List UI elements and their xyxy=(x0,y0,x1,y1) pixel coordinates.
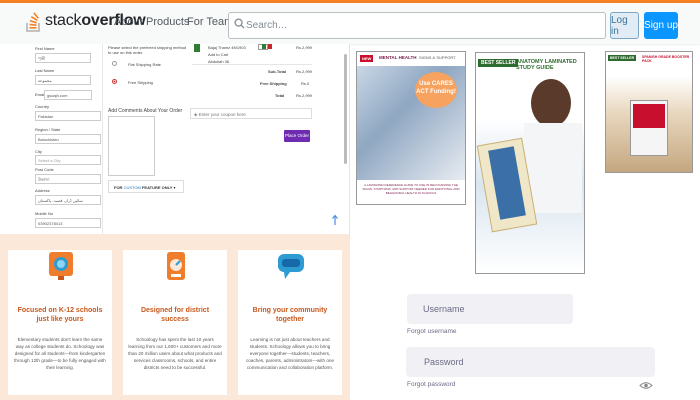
free-shipping-label: Free Shipping xyxy=(260,81,287,86)
product-badge: BEST SELLER xyxy=(478,59,519,67)
show-password-icon[interactable] xyxy=(639,381,653,390)
product-subtitle: SIGNS & SUPPORT xyxy=(419,55,456,60)
order-suffix: FEATURE ONLY xyxy=(141,185,173,190)
custom-feature-link[interactable]: FOR CUSTOM FEATURE ONLY ▾ xyxy=(108,180,184,193)
password-input[interactable]: Password xyxy=(406,347,655,377)
subtotal-label: Sub-Total xyxy=(268,69,287,74)
remove-item-icon[interactable] xyxy=(268,44,272,49)
region-label: Region / State xyxy=(35,127,61,132)
subtotal-value: Rs.2,999 xyxy=(296,69,313,74)
product-footer: A LAMINATED REFERENCE GUIDE TO USE IN RE… xyxy=(362,183,460,195)
card-body: Elementary students don't learn the same… xyxy=(14,337,106,370)
product-thumbnail xyxy=(194,44,200,52)
card-body: Schoology has spent the last 10 years le… xyxy=(128,337,222,370)
nav-products[interactable]: Products xyxy=(146,16,189,28)
shipping-option-free: Free Shipping xyxy=(128,80,153,85)
order-prefix: FOR xyxy=(114,185,123,190)
shipping-radio-flat[interactable] xyxy=(112,61,117,66)
search-placeholder: Search… xyxy=(246,20,288,31)
coupon-icon: ◈ xyxy=(194,112,198,117)
product-badge: BEST SELLER xyxy=(608,55,637,61)
student-photo xyxy=(531,79,571,127)
username-placeholder: Username xyxy=(423,304,465,314)
username-input[interactable]: Username xyxy=(407,294,573,324)
password-placeholder: Password xyxy=(424,357,464,367)
coupon-input[interactable]: ◈ Enter your coupon here xyxy=(190,108,312,119)
feature-card: Focused on K-12 schools just like yours … xyxy=(8,250,112,395)
search-icon xyxy=(234,18,245,29)
card-body: Learning is not just about teachers and … xyxy=(245,337,335,370)
product-card-mental-health[interactable]: NEW MENTAL HEALTH SIGNS & SUPPORT Use CA… xyxy=(356,51,466,205)
email-field[interactable]: gsdajh.com xyxy=(44,90,92,100)
logo-text-light: stack xyxy=(45,12,82,29)
product-title: ANATOMY LAMINATED STUDY GUIDE xyxy=(516,59,577,71)
scroll-top-icon[interactable] xyxy=(331,214,339,226)
product-sub: Add to Cart xyxy=(208,52,229,57)
first-name-label: First Name xyxy=(35,46,55,51)
search-input[interactable]: Search… xyxy=(228,12,606,39)
order-link: CUSTOM xyxy=(123,185,141,190)
product-badge: NEW xyxy=(360,55,374,62)
address-label: Address xyxy=(35,188,50,193)
last-name-label: Last Name xyxy=(35,68,55,73)
card-title: Designed for district success xyxy=(140,307,210,323)
place-order-button[interactable]: Place Order xyxy=(284,130,310,142)
forgot-username-link[interactable]: Forgot username xyxy=(407,328,457,335)
scrollbar[interactable] xyxy=(344,54,347,164)
shipping-radio-free[interactable] xyxy=(112,79,117,84)
gauge-icon xyxy=(167,252,185,280)
product-title: SPANISH GRADE BOOSTER PACK xyxy=(642,55,690,63)
last-name-field[interactable]: مجموعه xyxy=(35,75,91,85)
region-select[interactable]: Baluchistan xyxy=(35,134,101,144)
product-title: MENTAL HEALTH xyxy=(379,55,417,60)
city-label: City xyxy=(35,149,42,154)
feature-card: Designed for district success Schoology … xyxy=(123,250,227,395)
free-shipping-value: Rs.0 xyxy=(301,81,310,86)
mobile-field[interactable]: 03902378413 xyxy=(35,218,101,228)
booster-pack-cover xyxy=(633,104,665,128)
first-name-field[interactable]: পৃঞ্জী xyxy=(35,53,91,63)
country-label: Country xyxy=(35,104,50,109)
login-button[interactable]: Log in xyxy=(610,12,639,39)
comments-label: Add Comments About Your Order xyxy=(108,108,183,114)
city-select[interactable]: Select a City xyxy=(35,155,101,165)
product-name: Bajaj Thamz 4M1903 xyxy=(208,45,246,50)
magnifier-icon xyxy=(49,252,73,280)
column-divider xyxy=(102,44,103,234)
coupon-placeholder: Enter your coupon here xyxy=(198,112,246,117)
country-select[interactable]: Pakistan xyxy=(35,111,101,121)
total-value: Rs.2,999 xyxy=(296,93,313,98)
feature-cards-section: Focused on K-12 schools just like yours … xyxy=(0,234,350,400)
postcode-field[interactable]: উকাদ্যা xyxy=(35,174,101,184)
signup-button[interactable]: Sign up xyxy=(644,12,678,39)
address-field[interactable]: سائیں ڈراز، قصبہ، پاکستان xyxy=(35,195,101,205)
update-qty-icon[interactable] xyxy=(262,44,266,49)
product-price: Rs.2,999 xyxy=(296,45,313,50)
cares-act-badge: Use CARES ACT Funding! xyxy=(415,72,457,108)
card-title: Focused on K-12 schools just like yours xyxy=(17,307,103,323)
chat-bubble-icon xyxy=(278,254,304,279)
stack-logo-icon xyxy=(26,12,40,32)
card-title: Bring your community together xyxy=(252,307,328,323)
nav-about[interactable]: About xyxy=(114,16,143,28)
product-card-spanish[interactable]: BEST SELLER SPANISH GRADE BOOSTER PACK xyxy=(605,51,693,173)
comments-textarea[interactable] xyxy=(108,116,155,176)
checkout-form-panel: First Name পৃঞ্জী Last Name مجموعه Email… xyxy=(0,44,350,234)
product-header: NEW MENTAL HEALTH SIGNS & SUPPORT xyxy=(357,52,465,66)
shipping-method-header: Please select the preferred shipping met… xyxy=(108,45,187,55)
postcode-label: Post Code xyxy=(35,167,54,172)
product-card-anatomy[interactable]: BEST SELLER ANATOMY LAMINATED STUDY GUID… xyxy=(475,52,585,274)
shipping-option-flat: Flat Shipping Rate xyxy=(128,62,161,67)
forgot-password-link[interactable]: Forgot password xyxy=(407,381,455,388)
stackoverflow-topbar: stackoverflow About Products For Teams S… xyxy=(0,0,700,44)
divider xyxy=(192,64,312,65)
total-label: Total xyxy=(275,93,285,98)
feature-card: Bring your community together Learning i… xyxy=(238,250,342,395)
mobile-label: Mobile No xyxy=(35,211,54,216)
